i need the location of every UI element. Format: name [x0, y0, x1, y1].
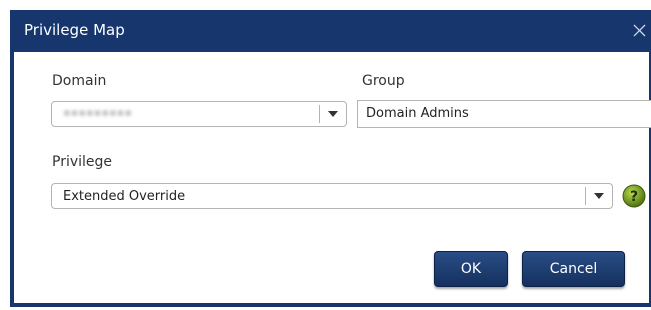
privilege-select-value: Extended Override — [63, 189, 186, 204]
privilege-label: Privilege — [52, 154, 113, 170]
domain-label: Domain — [52, 73, 107, 89]
privilege-map-dialog: Privilege Map Domain ••••••••• Group Dom… — [10, 10, 651, 307]
domain-select[interactable]: ••••••••• — [51, 101, 347, 127]
svg-text:?: ? — [630, 189, 638, 205]
close-icon[interactable] — [629, 21, 649, 41]
title-bar: Privilege Map — [10, 10, 651, 52]
privilege-select[interactable]: Extended Override — [51, 183, 613, 209]
chevron-down-icon[interactable] — [585, 187, 613, 205]
cancel-button[interactable]: Cancel — [522, 251, 625, 287]
domain-select-value: ••••••••• — [63, 107, 133, 122]
group-label: Group — [362, 73, 405, 89]
dialog-title: Privilege Map — [24, 21, 125, 39]
ok-button[interactable]: OK — [434, 251, 508, 287]
group-input[interactable]: Domain Admins — [357, 100, 651, 128]
chevron-down-icon[interactable] — [319, 105, 347, 123]
help-icon[interactable]: ? — [622, 184, 646, 208]
